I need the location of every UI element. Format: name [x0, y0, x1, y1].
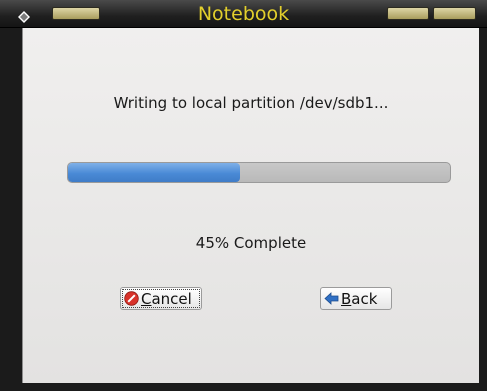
- progress-bar-fill: [68, 163, 240, 182]
- cancel-button-label: Cancel: [141, 289, 192, 308]
- progress-status: 45% Complete: [195, 234, 307, 252]
- back-button-label: Back: [341, 289, 378, 308]
- progress-message: Writing to local partition /dev/sdb1...: [113, 94, 389, 112]
- progress-bar: [67, 162, 451, 183]
- dialog-window: Notebook Writing to local partition /dev…: [0, 0, 487, 391]
- cancel-icon: [124, 291, 139, 306]
- cancel-button[interactable]: Cancel: [120, 287, 202, 310]
- maximize-button[interactable]: [433, 7, 476, 20]
- back-arrow-icon: [324, 291, 339, 306]
- back-button[interactable]: Back: [320, 287, 392, 310]
- minimize-button[interactable]: [387, 7, 429, 20]
- title-bar[interactable]: Notebook: [0, 0, 487, 28]
- dialog-content: Writing to local partition /dev/sdb1... …: [22, 28, 479, 383]
